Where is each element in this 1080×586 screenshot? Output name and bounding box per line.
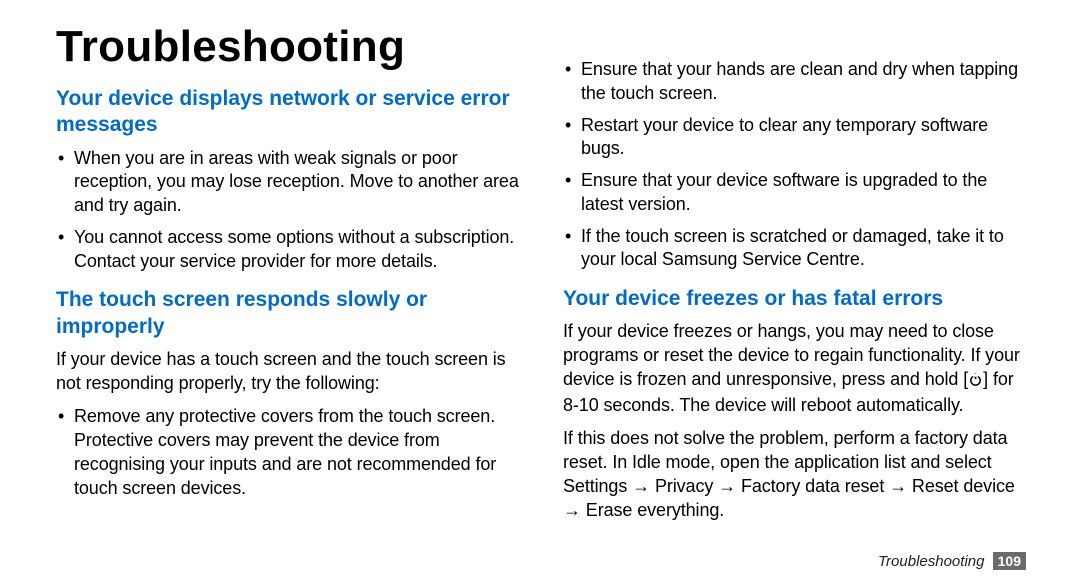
paragraph-touch-intro: If your device has a touch screen and th… — [56, 348, 523, 396]
bullet-list-network-error: When you are in areas with weak signals … — [56, 147, 523, 274]
page-title: Troubleshooting — [56, 22, 523, 72]
list-item: Ensure that your device software is upgr… — [563, 169, 1030, 217]
right-column: Ensure that your hands are clean and dry… — [563, 22, 1030, 532]
bullet-list-touch-right: Ensure that your hands are clean and dry… — [563, 58, 1030, 272]
list-item: Remove any protective covers from the to… — [56, 405, 523, 500]
section-heading-freezes: Your device freezes or has fatal errors — [563, 286, 1030, 312]
section-heading-touch-screen: The touch screen responds slowly or impr… — [56, 287, 523, 340]
power-icon — [968, 370, 983, 394]
footer-section-label: Troubleshooting — [878, 553, 984, 570]
list-item: If the touch screen is scratched or dama… — [563, 225, 1030, 273]
list-item: You cannot access some options without a… — [56, 226, 523, 274]
list-item: Restart your device to clear any tempora… — [563, 114, 1030, 162]
left-column: Troubleshooting Your device displays net… — [56, 22, 523, 532]
columns: Troubleshooting Your device displays net… — [56, 22, 1030, 532]
paragraph-freeze-2: If this does not solve the problem, perf… — [563, 427, 1030, 522]
section-heading-network-error: Your device displays network or service … — [56, 86, 523, 139]
text-fragment: If your device freezes or hangs, you may… — [563, 321, 1020, 389]
paragraph-freeze-1: If your device freezes or hangs, you may… — [563, 320, 1030, 417]
page: Troubleshooting Your device displays net… — [0, 0, 1080, 586]
bullet-list-touch-left: Remove any protective covers from the to… — [56, 405, 523, 500]
list-item: When you are in areas with weak signals … — [56, 147, 523, 218]
page-footer: Troubleshooting 109 — [878, 553, 1026, 570]
page-number: 109 — [993, 552, 1026, 570]
list-item: Ensure that your hands are clean and dry… — [563, 58, 1030, 106]
